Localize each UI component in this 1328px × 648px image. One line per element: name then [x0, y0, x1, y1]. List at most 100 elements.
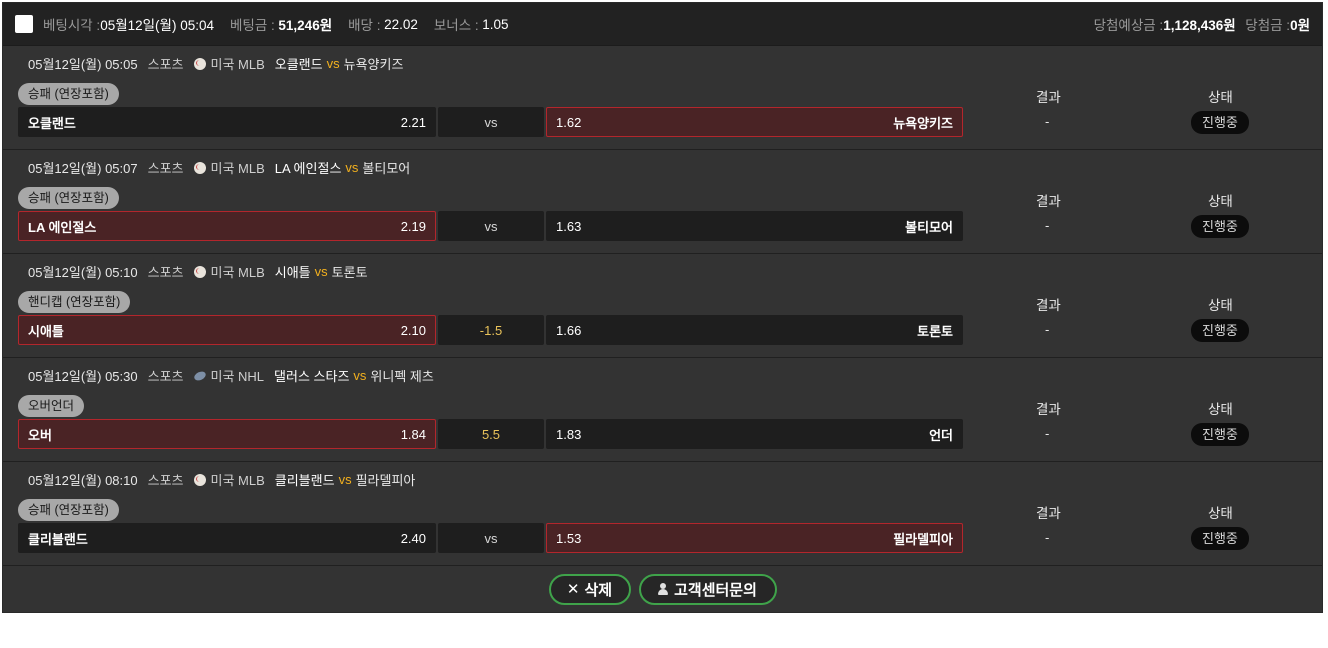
home-team: 오클랜드 — [274, 57, 323, 72]
game-row: 05월12일(월) 05:30 스포츠 미국 NHL 댈러스 스타즈 vs 위니펙 제츠 오… — [3, 358, 1322, 462]
slip-actions: ✕ 삭제 고객센터문의 — [3, 566, 1322, 612]
status-badge: 진행중 — [1191, 527, 1249, 550]
customer-support-button[interactable]: 고객센터문의 — [638, 573, 777, 605]
status-label: 상태 — [1208, 506, 1233, 521]
sport-label: 스포츠 — [147, 57, 184, 72]
mid-value: -1.5 — [479, 322, 503, 338]
baseball-icon — [193, 265, 206, 278]
away-selection-name: 뉴욕양키즈 — [893, 115, 953, 131]
result-value: - — [1045, 114, 1050, 129]
result-value: - — [1045, 322, 1050, 337]
mid-value: vs — [484, 530, 498, 546]
home-selection-name: 오버 — [28, 427, 52, 443]
home-selection-name: 시애틀 — [28, 323, 64, 339]
win-amount-label: 당첨금 : — [1245, 18, 1291, 33]
payout-summary: 당첨예상금 :1,128,436원 당첨금 :0원 — [1088, 14, 1310, 34]
status-badge: 진행중 — [1191, 215, 1249, 238]
odds-value: 22.02 — [384, 16, 418, 32]
select-checkbox[interactable] — [15, 15, 33, 33]
league-label: 미국 MLB — [210, 473, 265, 488]
bet-type-badge: 핸디캡 (연장포함) — [18, 291, 131, 313]
game-row: 05월12일(월) 05:07 스포츠 미국 MLB LA 에인절스 vs 볼티모어 승패 … — [3, 150, 1322, 254]
draw-handicap-cell[interactable]: vs — [438, 107, 544, 137]
result-value: - — [1045, 218, 1050, 233]
away-selection-name: 언더 — [929, 427, 953, 443]
bet-amount-value: 51,246원 — [278, 18, 333, 33]
bet-type-badge: 오버언더 — [18, 395, 85, 417]
game-info: 05월12일(월) 05:07 스포츠 미국 MLB LA 에인절스 vs 볼티모어 — [28, 158, 410, 177]
draw-handicap-cell[interactable]: -1.5 — [438, 315, 544, 345]
game-datetime: 05월12일(월) 08:10 — [28, 473, 138, 488]
status-badge: 진행중 — [1191, 111, 1249, 134]
home-odds: 2.21 — [400, 114, 426, 130]
bet-slip-panel: 베팅시각 : 05월12일(월) 05:04 베팅금 : 51,246원 배당 … — [2, 2, 1323, 613]
status-badge: 진행중 — [1191, 319, 1249, 342]
odds-label: 배당 : — [348, 18, 381, 33]
home-odds: 2.10 — [400, 322, 426, 338]
game-info: 05월12일(월) 05:10 스포츠 미국 MLB 시애틀 vs 토론토 — [28, 262, 368, 281]
status-label: 상태 — [1208, 402, 1233, 417]
away-selection-name: 필라델피아 — [893, 531, 953, 547]
baseball-icon — [193, 473, 206, 486]
result-value: - — [1045, 530, 1050, 545]
result-label: 결과 — [1036, 90, 1061, 105]
away-selection[interactable]: 1.63 볼티모어 — [546, 211, 963, 241]
game-datetime: 05월12일(월) 05:05 — [28, 57, 138, 72]
game-row: 05월12일(월) 08:10 스포츠 미국 MLB 클리블랜드 vs 필라델피아 승패 (… — [3, 462, 1322, 566]
sport-label: 스포츠 — [147, 473, 184, 488]
away-odds: 1.83 — [556, 426, 582, 442]
draw-handicap-cell[interactable]: vs — [438, 523, 544, 553]
home-selection[interactable]: 클리블랜드 2.40 — [18, 523, 436, 553]
away-odds: 1.53 — [556, 530, 582, 546]
league-label: 미국 MLB — [210, 161, 265, 176]
person-icon — [658, 583, 669, 595]
bet-type-badge: 승패 (연장포함) — [18, 499, 119, 521]
home-team: 댈러스 스타즈 — [274, 369, 350, 384]
mid-value: vs — [484, 218, 498, 234]
draw-handicap-cell[interactable]: vs — [438, 211, 544, 241]
draw-handicap-cell[interactable]: 5.5 — [438, 419, 544, 449]
bet-time-value: 05월12일(월) 05:04 — [100, 18, 215, 33]
delete-button-label: 삭제 — [584, 581, 613, 599]
baseball-icon — [193, 161, 206, 174]
result-label: 결과 — [1036, 194, 1061, 209]
away-selection[interactable]: 1.53 필라델피아 — [546, 523, 963, 553]
away-team: 뉴욕양키즈 — [343, 57, 404, 72]
away-selection[interactable]: 1.62 뉴욕양키즈 — [546, 107, 963, 137]
home-odds: 2.19 — [400, 218, 426, 234]
home-selection[interactable]: LA 에인절스 2.19 — [18, 211, 436, 241]
league-label: 미국 MLB — [210, 57, 265, 72]
home-selection-name: 클리블랜드 — [28, 531, 88, 547]
away-selection-name: 볼티모어 — [905, 219, 953, 235]
customer-support-label: 고객센터문의 — [674, 581, 757, 599]
vs-label: vs — [345, 160, 359, 175]
home-odds: 2.40 — [400, 530, 426, 546]
bonus-label: 보너스 : — [433, 18, 479, 33]
away-selection-name: 토론토 — [917, 323, 953, 339]
expected-win-label: 당첨예상금 : — [1093, 18, 1164, 33]
result-label: 결과 — [1036, 298, 1061, 313]
home-odds: 1.84 — [400, 426, 426, 442]
game-row: 05월12일(월) 05:10 스포츠 미국 MLB 시애틀 vs 토론토핸디캡 (연장포… — [3, 254, 1322, 358]
bet-type-badge: 승패 (연장포함) — [18, 83, 119, 105]
home-team: 시애틀 — [274, 265, 311, 280]
game-info: 05월12일(월) 08:10 스포츠 미국 MLB 클리블랜드 vs 필라델피아 — [28, 470, 415, 489]
away-team: 필라델피아 — [355, 473, 416, 488]
game-datetime: 05월12일(월) 05:10 — [28, 265, 138, 280]
home-selection[interactable]: 시애틀 2.10 — [18, 315, 436, 345]
close-icon: ✕ — [566, 581, 580, 598]
vs-label: vs — [338, 472, 352, 487]
game-datetime: 05월12일(월) 05:30 — [28, 369, 138, 384]
home-selection[interactable]: 오클랜드 2.21 — [18, 107, 436, 137]
bet-time-label: 베팅시각 : — [43, 18, 101, 33]
vs-label: vs — [326, 56, 340, 71]
home-selection[interactable]: 오버 1.84 — [18, 419, 436, 449]
home-team: LA 에인절스 — [274, 161, 342, 176]
away-odds: 1.63 — [556, 218, 582, 234]
hockey-puck-icon — [192, 369, 207, 382]
delete-button[interactable]: ✕ 삭제 — [548, 573, 631, 605]
vs-label: vs — [353, 368, 367, 383]
game-info: 05월12일(월) 05:05 스포츠 미국 MLB 오클랜드 vs 뉴욕양키즈 — [28, 54, 403, 73]
away-selection[interactable]: 1.83 언더 — [546, 419, 963, 449]
away-selection[interactable]: 1.66 토론토 — [546, 315, 963, 345]
